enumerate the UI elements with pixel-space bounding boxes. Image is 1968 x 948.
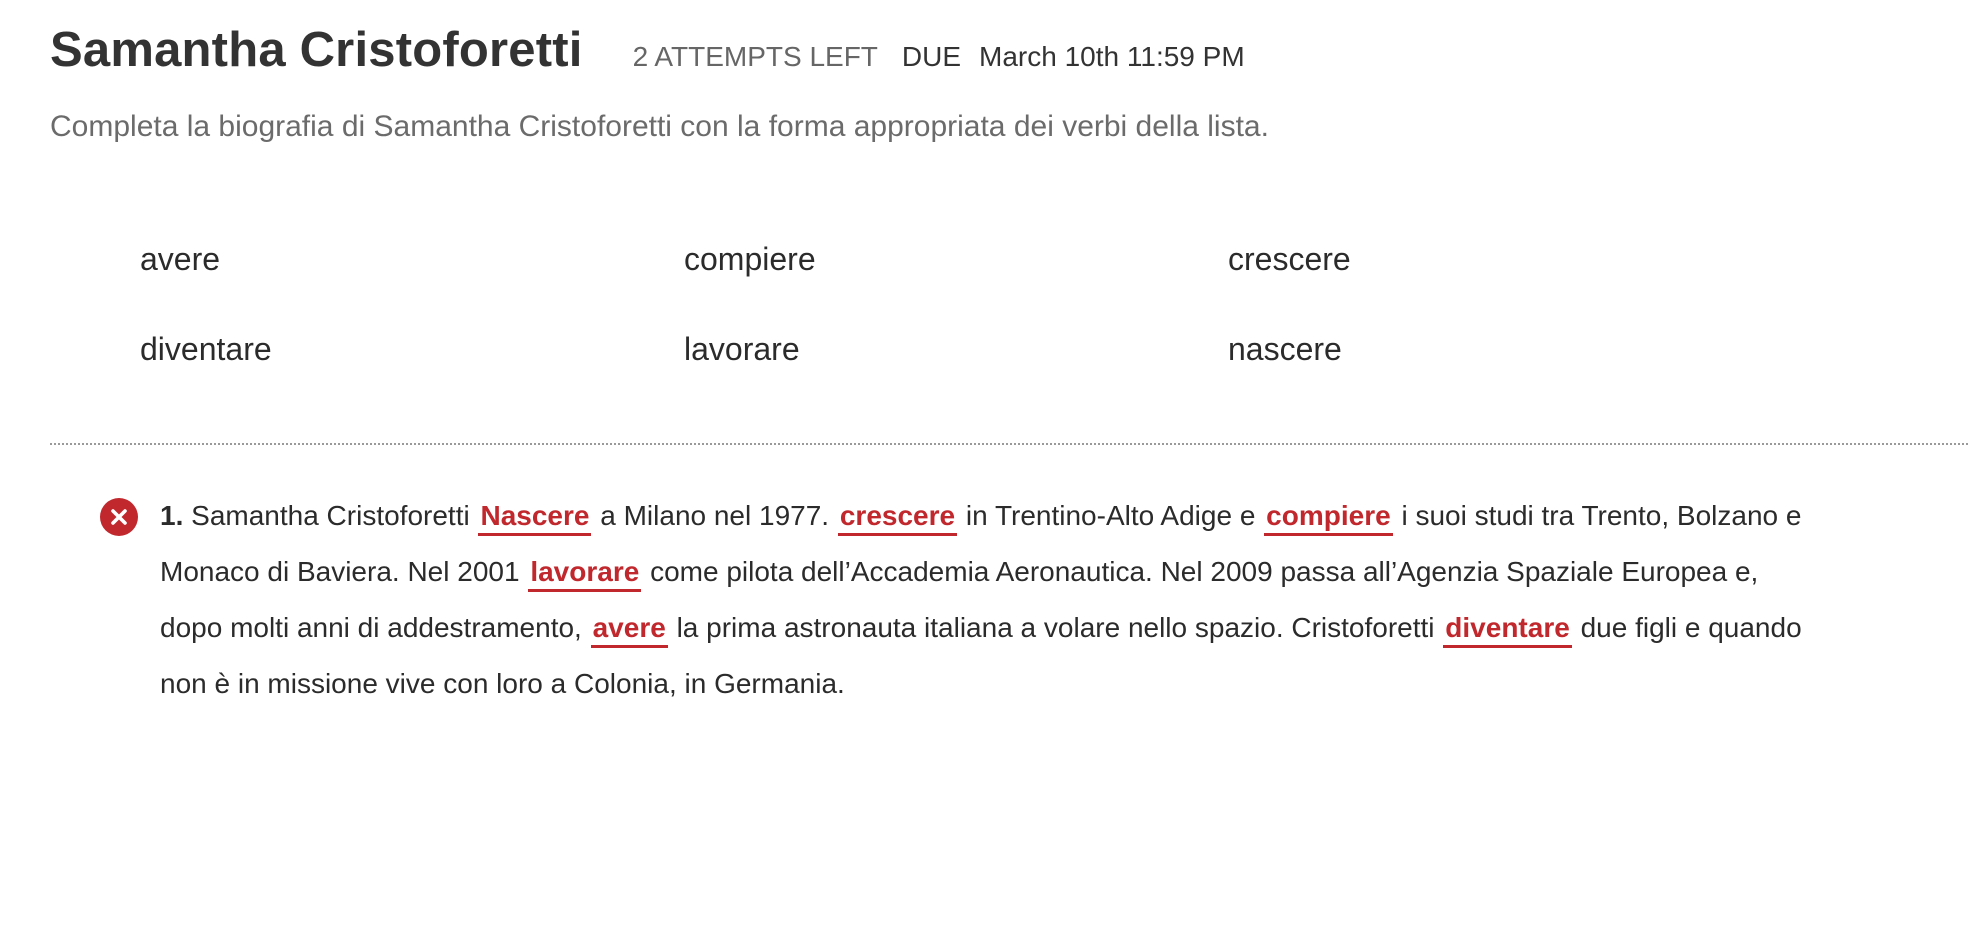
section-divider (50, 443, 1968, 445)
answer-blank[interactable]: Nascere (478, 499, 592, 536)
question-text-segment: in Trentino-Alto Adige e (958, 500, 1264, 531)
question-text-segment: a Milano nel 1977. (592, 500, 837, 531)
assignment-header: Samantha Cristoforetti 2 ATTEMPTS LEFT D… (50, 22, 1245, 78)
page-title: Samantha Cristoforetti (50, 23, 583, 77)
question-text-segment: Samantha Cristoforetti (183, 500, 478, 531)
due-date: March 10th 11:59 PM (979, 41, 1245, 72)
word-bank-item: avere (140, 241, 221, 277)
answer-blank[interactable]: crescere (837, 499, 958, 536)
question-text: 1. Samantha Cristoforetti Nascere a Mila… (160, 488, 1820, 712)
due-label: DUE (901, 41, 962, 72)
attempts-left: 2 ATTEMPTS LEFT (632, 41, 878, 72)
question-text-segment: la prima astronauta italiana a volare ne… (668, 612, 1443, 643)
answer-blank[interactable]: compiere (1264, 499, 1393, 536)
word-bank-item: lavorare (684, 331, 800, 367)
x-circle-icon (100, 498, 138, 536)
word-bank-item: crescere (1228, 241, 1351, 277)
question-number: 1. (160, 500, 184, 531)
word-bank: avere compiere crescere diventare lavora… (140, 240, 1780, 368)
word-bank-item: compiere (684, 241, 816, 277)
word-bank-item: diventare (140, 331, 272, 367)
answer-blank[interactable]: avere (590, 611, 668, 648)
answer-blank[interactable]: lavorare (528, 555, 642, 592)
instructions: Completa la biografia di Samantha Cristo… (50, 110, 1269, 143)
answer-blank[interactable]: diventare (1443, 611, 1572, 648)
word-bank-item: nascere (1228, 331, 1342, 367)
